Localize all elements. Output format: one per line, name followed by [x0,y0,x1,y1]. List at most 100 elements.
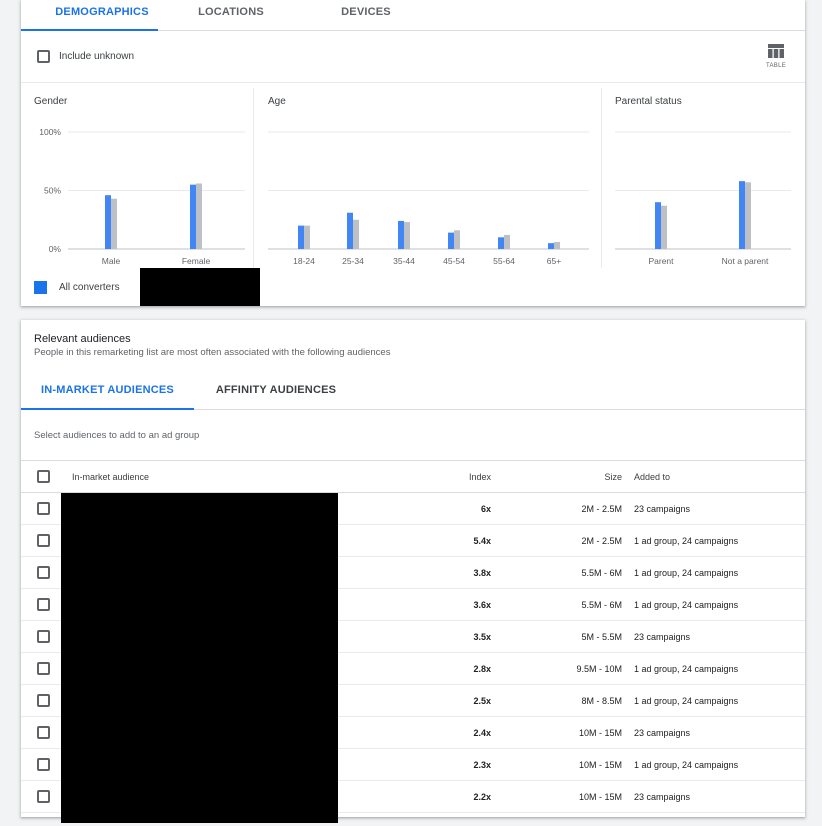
active-tab-indicator [21,408,194,410]
row-checkbox[interactable] [37,790,50,803]
age-panel-title: Age [268,96,286,107]
row-size: 9.5M - 10M [576,664,622,674]
row-index: 2.5x [473,696,491,706]
x-tick-label: Female [182,256,211,266]
bar-comparison [404,222,410,249]
relevant-audiences-card: Relevant audiences People in this remark… [21,320,805,823]
row-added-to: 23 campaigns [634,792,691,802]
row-checkbox[interactable] [37,758,50,771]
row-size: 5M - 5.5M [581,632,622,642]
bar-all-converters [548,243,554,249]
bar-all-converters [498,237,504,249]
audiences-title: Relevant audiences [34,333,131,345]
row-added-to: 1 ad group, 24 campaigns [634,760,739,770]
row-added-to: 1 ad group, 24 campaigns [634,664,739,674]
row-index: 3.8x [473,568,491,578]
row-index: 5.4x [473,536,491,546]
row-index: 2.4x [473,728,491,738]
tab-demographics[interactable]: DEMOGRAPHICS [47,6,157,18]
audiences-subtitle: People in this remarketing list are most… [34,347,391,358]
row-added-to: 1 ad group, 24 campaigns [634,600,739,610]
audience-tab-bar: IN-MARKET AUDIENCES AFFINITY AUDIENCES [21,372,805,410]
bar-comparison [504,234,510,249]
tab-in-market-audiences[interactable]: IN-MARKET AUDIENCES [21,384,194,396]
row-index: 3.5x [473,632,491,642]
table-icon [768,44,784,58]
x-tick-label: Not a parent [722,256,769,266]
row-index: 3.6x [473,600,491,610]
column-header-index[interactable]: Index [441,472,491,482]
row-added-to: 1 ad group, 24 campaigns [634,568,739,578]
row-size: 8M - 8.5M [581,696,622,706]
row-added-to: 1 ad group, 24 campaigns [634,696,739,706]
column-header-size[interactable]: Size [581,472,622,482]
row-added-to: 1 ad group, 24 campaigns [634,536,739,546]
x-tick-label: Parent [648,256,674,266]
bar-comparison [454,230,460,249]
x-tick-label: 25-34 [342,256,364,266]
row-index: 2.3x [473,760,491,770]
include-unknown-checkbox[interactable] [37,50,50,63]
row-checkbox[interactable] [37,726,50,739]
bar-comparison [196,183,202,249]
bar-all-converters [190,184,196,249]
x-tick-label: 45-54 [443,256,465,266]
row-added-to: 23 campaigns [634,728,691,738]
column-header-added-to[interactable]: Added to [634,472,670,482]
y-tick-label: 100% [39,127,61,137]
row-size: 2M - 2.5M [581,536,622,546]
y-tick-label: 0% [49,244,62,254]
row-index: 2.2x [473,792,491,802]
row-size: 10M - 15M [578,728,622,738]
tab-devices[interactable]: DEVICES [311,6,421,18]
row-checkbox[interactable] [37,662,50,675]
x-tick-label: 65+ [547,256,561,266]
bar-all-converters [105,195,111,249]
demographics-tab-bar: DEMOGRAPHICS LOCATIONS DEVICES [21,0,805,31]
table-button-label: TABLE [765,63,787,69]
demographics-card: DEMOGRAPHICS LOCATIONS DEVICES Include u… [21,0,805,306]
bar-comparison [353,219,359,249]
bar-comparison [745,182,751,249]
row-checkbox[interactable] [37,566,50,579]
row-index: 2.8x [473,664,491,674]
bar-comparison [661,205,667,249]
legend-label: All converters [59,282,120,293]
row-checkbox[interactable] [37,502,50,515]
tab-locations[interactable]: LOCATIONS [181,6,281,18]
bar-all-converters [448,232,454,249]
legend-swatch [34,281,47,294]
row-size: 2M - 2.5M [581,504,622,514]
audience-table-body: 6x 2M - 2.5M 23 campaigns 5.4x 2M - 2.5M 1 ad… [21,493,805,823]
bar-all-converters [739,181,745,249]
column-header-audience[interactable]: In-market audience [72,472,149,482]
divider [21,82,805,83]
tab-affinity-audiences[interactable]: AFFINITY AUDIENCES [206,384,346,396]
redacted-block [140,268,260,306]
row-added-to: 23 campaigns [634,504,691,514]
row-size: 10M - 15M [578,792,622,802]
bar-all-converters [398,220,404,249]
row-checkbox[interactable] [37,598,50,611]
include-unknown-label: Include unknown [59,51,135,62]
table-header: In-market audience Index Size Added to [21,461,805,493]
x-tick-label: Male [102,256,121,266]
row-size: 10M - 15M [578,760,622,770]
gender-panel-title: Gender [34,96,68,107]
bar-comparison [304,225,310,249]
audiences-hint: Select audiences to add to an ad group [34,430,200,441]
row-added-to: 23 campaigns [634,632,691,642]
x-tick-label: 55-64 [493,256,515,266]
active-tab-indicator [21,29,158,31]
row-checkbox[interactable] [37,534,50,547]
row-checkbox[interactable] [37,694,50,707]
bar-all-converters [655,202,661,249]
select-all-checkbox[interactable] [37,470,50,483]
bar-comparison [111,198,117,249]
row-size: 5.5M - 6M [581,600,622,610]
bar-all-converters [298,225,304,249]
table-view-button[interactable]: TABLE [761,42,791,74]
bar-all-converters [347,212,353,249]
row-size: 5.5M - 6M [581,568,622,578]
row-checkbox[interactable] [37,630,50,643]
